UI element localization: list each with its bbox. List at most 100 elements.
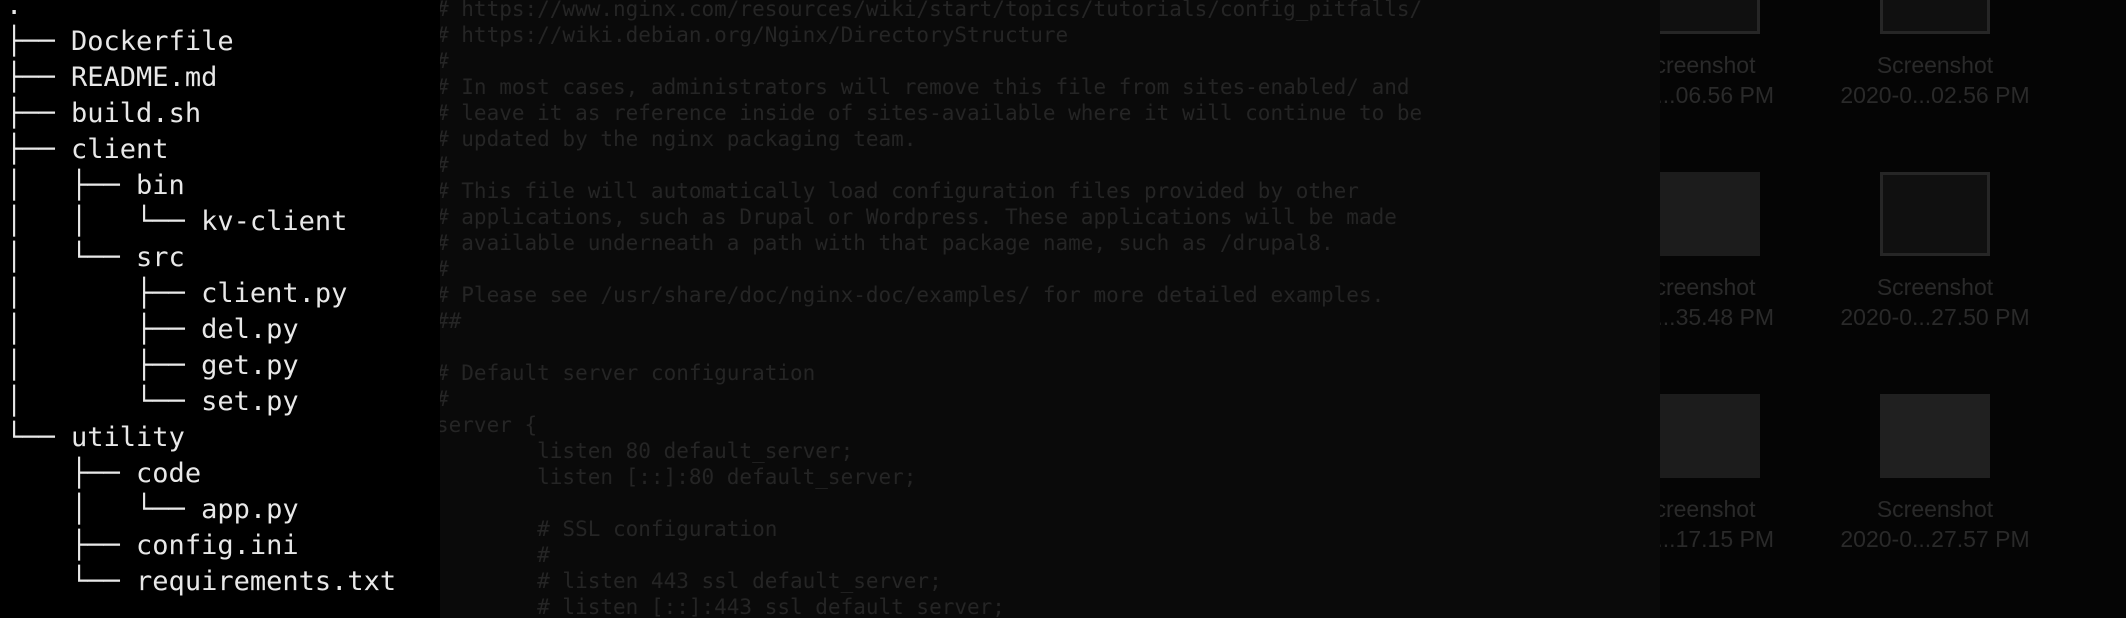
editor-line: #: [436, 153, 449, 177]
tree-entry-name: README.md: [71, 62, 218, 93]
editor-line: #: [436, 49, 449, 73]
tree-entry-name: bin: [136, 170, 185, 201]
tree-branch-glyph: ├──: [6, 62, 72, 93]
tree-entry: │ └── set.py: [6, 384, 440, 420]
editor-line: # available underneath a path with that …: [436, 231, 1334, 255]
editor-line: # Default server configuration: [436, 361, 816, 385]
tree-entry: │ ├── del.py: [6, 312, 440, 348]
tree-entry: ├── config.ini: [6, 528, 440, 564]
terminal-tree-output: . ├── Dockerfile ├── README.md ├── build.sh…: [0, 0, 440, 618]
thumbnail-date: 2020-0...02.56 PM: [1840, 82, 2030, 108]
editor-line: ##: [436, 309, 462, 333]
tree-entry-name: set.py: [201, 386, 299, 417]
editor-line: # Please see /usr/share/doc/nginx-doc/ex…: [436, 283, 1385, 307]
thumbnail-date: 2020-0...27.57 PM: [1840, 526, 2030, 552]
screenshot-thumbnail[interactable]: creenshot -0...17.15 PM: [1660, 394, 1820, 554]
tree-branch-glyph: ├──: [6, 98, 72, 129]
thumbnail-name: Screenshot: [1876, 274, 1994, 300]
editor-line: # This file will automatically load conf…: [436, 179, 1359, 203]
screenshot-thumbnail[interactable]: creenshot -0...35.48 PM: [1660, 172, 1820, 332]
thumbnail-name: creenshot: [1660, 274, 1756, 300]
tree-entry-name: client: [71, 134, 169, 165]
tree-entry: │ ├── get.py: [6, 348, 440, 384]
editor-line: # https://www.nginx.com/resources/wiki/s…: [436, 0, 1423, 21]
tree-entry: │ └── app.py: [6, 492, 440, 528]
tree-entry: │ ├── bin: [6, 168, 440, 204]
tree-entry-name: client.py: [201, 278, 348, 309]
thumbnail-date: -0...17.15 PM: [1660, 526, 1775, 552]
thumbnail-image: [1880, 0, 1990, 34]
thumbnail-name: Screenshot: [1876, 496, 1994, 522]
editor-line: # listen [::]:443 ssl default_server;: [436, 595, 1005, 618]
tree-branch-glyph: └──: [6, 566, 137, 597]
thumbnail-date: -0...06.56 PM: [1660, 82, 1775, 108]
editor-line: #: [436, 543, 550, 567]
thumbnail-name: creenshot: [1660, 496, 1756, 522]
editor-line: #: [436, 387, 449, 411]
tree-entry: ├── client: [6, 132, 440, 168]
editor-content: # https://www.nginx.com/resources/wiki/s…: [420, 0, 1660, 618]
editor-line: #: [436, 257, 449, 281]
tree-entry-name: utility: [71, 422, 185, 453]
thumbnail-image: [1880, 394, 1990, 478]
thumbnail-image: [1880, 172, 1990, 256]
tree-branch-glyph: ├──: [6, 458, 137, 489]
tree-entry-name: app.py: [201, 494, 299, 525]
screenshot-thumbnail[interactable]: Screenshot 2020-0...02.56 PM: [1820, 0, 2050, 110]
screenshot-thumbnail[interactable]: creenshot -0...06.56 PM: [1660, 0, 1820, 110]
tree-entry-name: build.sh: [71, 98, 202, 129]
thumbnail-date: 2020-0...27.50 PM: [1840, 304, 2030, 330]
tree-entry-name: config.ini: [136, 530, 299, 561]
tree-branch-glyph: │ └──: [6, 494, 202, 525]
thumbnail-date: -0...35.48 PM: [1660, 304, 1775, 330]
tree-entry: ├── build.sh: [6, 96, 440, 132]
tree-entry: │ ├── client.py: [6, 276, 440, 312]
screenshot-thumbnail[interactable]: Screenshot 2020-0...27.57 PM: [1820, 394, 2050, 554]
tree-branch-glyph: │ ├──: [6, 314, 202, 345]
editor-line: # In most cases, administrators will rem…: [436, 75, 1410, 99]
thumbnail-name: Screenshot: [1876, 52, 1994, 78]
tree-entry: └── requirements.txt: [6, 564, 440, 600]
tree-branch-glyph: ├──: [6, 26, 72, 57]
tree-entry: ├── Dockerfile: [6, 24, 440, 60]
tree-entry: │ │ └── kv-client: [6, 204, 440, 240]
editor-line: # applications, such as Drupal or Wordpr…: [436, 205, 1397, 229]
editor-line: listen [::]:80 default_server;: [436, 465, 917, 489]
tree-entry-name: requirements.txt: [136, 566, 397, 597]
thumbnail-image: [1660, 172, 1760, 256]
tree-branch-glyph: │ ├──: [6, 170, 137, 201]
tree-listing: . ├── Dockerfile ├── README.md ├── build.sh…: [0, 0, 440, 600]
tree-entry: └── utility: [6, 420, 440, 456]
tree-branch-glyph: ├──: [6, 530, 137, 561]
editor-line: # listen 443 ssl default_server;: [436, 569, 942, 593]
editor-line: # https://wiki.debian.org/Nginx/Director…: [436, 23, 1069, 47]
tree-entry-name: del.py: [201, 314, 299, 345]
screenshot-thumbnail[interactable]: Screenshot 2020-0...27.50 PM: [1820, 172, 2050, 332]
tree-branch-glyph: │ │ └──: [6, 206, 202, 237]
thumbnail-name: creenshot: [1660, 52, 1756, 78]
tree-entry-name: get.py: [201, 350, 299, 381]
thumbnail-image: [1660, 0, 1760, 34]
background-editor: # https://www.nginx.com/resources/wiki/s…: [420, 0, 1660, 618]
tree-entry: ├── code: [6, 456, 440, 492]
tree-branch-glyph: │ ├──: [6, 350, 202, 381]
editor-line: # leave it as reference inside of sites-…: [436, 101, 1423, 125]
tree-branch-glyph: │ ├──: [6, 278, 202, 309]
editor-line: listen 80 default_server;: [436, 439, 854, 463]
background-finder: creenshot -0...06.56 PM Screenshot 2020-0..…: [1660, 0, 2126, 618]
tree-branch-glyph: ├──: [6, 134, 72, 165]
editor-line: # updated by the nginx packaging team.: [436, 127, 917, 151]
tree-entry-name: src: [136, 242, 185, 273]
editor-line: # SSL configuration: [436, 517, 778, 541]
tree-root: .: [6, 0, 23, 21]
screen: # https://www.nginx.com/resources/wiki/s…: [0, 0, 2126, 618]
tree-entry: │ └── src: [6, 240, 440, 276]
thumbnail-image: [1660, 394, 1760, 478]
tree-entry-name: Dockerfile: [71, 26, 234, 57]
editor-line: server {: [436, 413, 538, 437]
tree-branch-glyph: │ └──: [6, 242, 137, 273]
tree-entry-name: code: [136, 458, 202, 489]
tree-entry-name: kv-client: [201, 206, 348, 237]
